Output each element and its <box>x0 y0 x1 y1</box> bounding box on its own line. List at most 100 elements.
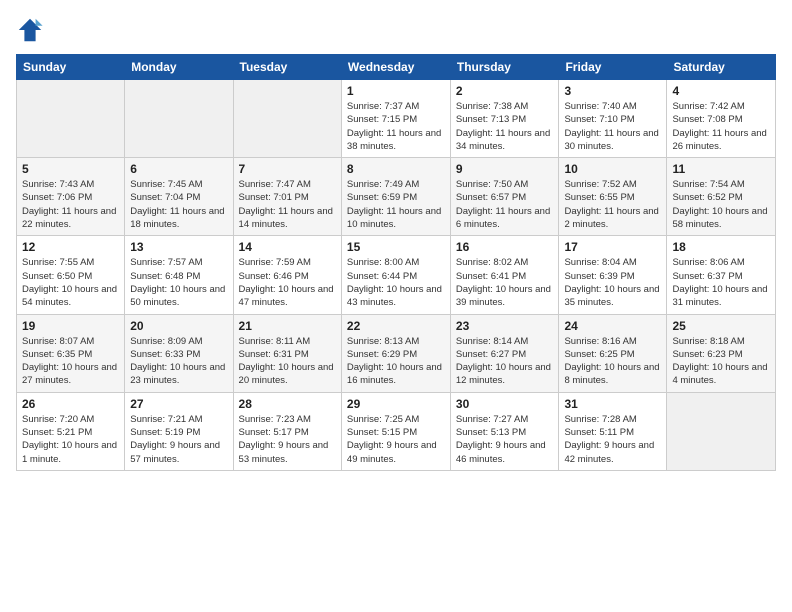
calendar-cell: 10Sunrise: 7:52 AMSunset: 6:55 PMDayligh… <box>559 158 667 236</box>
daylight-text: Daylight: 10 hours and 27 minutes. <box>22 361 119 388</box>
day-info: Sunrise: 7:47 AMSunset: 7:01 PMDaylight:… <box>239 178 336 231</box>
calendar-cell: 20Sunrise: 8:09 AMSunset: 6:33 PMDayligh… <box>125 314 233 392</box>
day-info: Sunrise: 8:04 AMSunset: 6:39 PMDaylight:… <box>564 256 661 309</box>
day-number: 30 <box>456 397 554 411</box>
day-number: 31 <box>564 397 661 411</box>
day-number: 28 <box>239 397 336 411</box>
day-info: Sunrise: 7:52 AMSunset: 6:55 PMDaylight:… <box>564 178 661 231</box>
day-info: Sunrise: 7:20 AMSunset: 5:21 PMDaylight:… <box>22 413 119 466</box>
weekday-header-row: SundayMondayTuesdayWednesdayThursdayFrid… <box>17 55 776 80</box>
calendar-cell: 22Sunrise: 8:13 AMSunset: 6:29 PMDayligh… <box>341 314 450 392</box>
calendar-cell: 11Sunrise: 7:54 AMSunset: 6:52 PMDayligh… <box>667 158 776 236</box>
day-info: Sunrise: 7:42 AMSunset: 7:08 PMDaylight:… <box>672 100 770 153</box>
daylight-text: Daylight: 10 hours and 43 minutes. <box>347 283 445 310</box>
sunrise-text: Sunrise: 7:54 AM <box>672 178 770 191</box>
calendar-cell: 30 Sunrise: 7:27 AMSunset: 5:13 PMDayligh… <box>450 392 559 470</box>
day-info: Sunrise: 8:02 AMSunset: 6:41 PMDaylight:… <box>456 256 554 309</box>
day-info: Sunrise: 7:40 AMSunset: 7:10 PMDaylight:… <box>564 100 661 153</box>
weekday-header: Sunday <box>17 55 125 80</box>
daylight-text: Daylight: 11 hours and 14 minutes. <box>239 205 336 232</box>
calendar-cell: 8Sunrise: 7:49 AMSunset: 6:59 PMDaylight… <box>341 158 450 236</box>
day-number: 23 <box>456 319 554 333</box>
daylight-text: Daylight: 10 hours and 8 minutes. <box>564 361 661 388</box>
calendar-cell <box>125 80 233 158</box>
day-number: 12 <box>22 240 119 254</box>
weekday-header: Friday <box>559 55 667 80</box>
day-number: 24 <box>564 319 661 333</box>
sunrise-text: Sunrise: 7:45 AM <box>130 178 227 191</box>
daylight-text: Daylight: 11 hours and 6 minutes. <box>456 205 554 232</box>
daylight-text: Daylight: 10 hours and 12 minutes. <box>456 361 554 388</box>
sunrise-text: Sunrise: 8:13 AM <box>347 335 445 348</box>
calendar-cell: 27Sunrise: 7:21 AMSunset: 5:19 PMDayligh… <box>125 392 233 470</box>
day-number: 6 <box>130 162 227 176</box>
calendar-cell: 18 Sunrise: 8:06 AMSunset: 6:37 PMDayligh… <box>667 236 776 314</box>
calendar-table: SundayMondayTuesdayWednesdayThursdayFrid… <box>16 54 776 471</box>
calendar-cell <box>667 392 776 470</box>
daylight-text: Daylight: 11 hours and 30 minutes. <box>564 127 661 154</box>
calendar-cell: 23Sunrise: 8:14 AMSunset: 6:27 PMDayligh… <box>450 314 559 392</box>
day-info: Sunrise: 7:43 AMSunset: 7:06 PMDaylight:… <box>22 178 119 231</box>
sunset-text: Sunset: 6:39 PM <box>564 270 661 283</box>
sunset-text: Sunset: 6:44 PM <box>347 270 445 283</box>
day-info: Sunrise: 7:55 AMSunset: 6:50 PMDaylight:… <box>22 256 119 309</box>
day-number: 4 <box>672 84 770 98</box>
header <box>16 16 776 44</box>
calendar-cell: 26Sunrise: 7:20 AMSunset: 5:21 PMDayligh… <box>17 392 125 470</box>
daylight-text: Daylight: 11 hours and 2 minutes. <box>564 205 661 232</box>
sunset-text: Sunset: 7:13 PM <box>456 113 554 126</box>
calendar-cell: 7 Sunrise: 7:47 AMSunset: 7:01 PMDaylight… <box>233 158 341 236</box>
day-info: Sunrise: 7:21 AMSunset: 5:19 PMDaylight:… <box>130 413 227 466</box>
day-number: 18 <box>672 240 770 254</box>
calendar-cell: 16Sunrise: 8:02 AMSunset: 6:41 PMDayligh… <box>450 236 559 314</box>
sunset-text: Sunset: 7:10 PM <box>564 113 661 126</box>
sunset-text: Sunset: 7:01 PM <box>239 191 336 204</box>
day-info: Sunrise: 8:18 AMSunset: 6:23 PMDaylight:… <box>672 335 770 388</box>
daylight-text: Daylight: 10 hours and 31 minutes. <box>672 283 770 310</box>
sunrise-text: Sunrise: 8:16 AM <box>564 335 661 348</box>
calendar-cell: 19Sunrise: 8:07 AMSunset: 6:35 PMDayligh… <box>17 314 125 392</box>
sunrise-text: Sunrise: 8:07 AM <box>22 335 119 348</box>
daylight-text: Daylight: 11 hours and 26 minutes. <box>672 127 770 154</box>
calendar-cell <box>233 80 341 158</box>
sunset-text: Sunset: 5:11 PM <box>564 426 661 439</box>
day-number: 17 <box>564 240 661 254</box>
sunrise-text: Sunrise: 8:06 AM <box>672 256 770 269</box>
daylight-text: Daylight: 10 hours and 16 minutes. <box>347 361 445 388</box>
day-info: Sunrise: 7:27 AMSunset: 5:13 PMDaylight:… <box>456 413 554 466</box>
sunset-text: Sunset: 6:33 PM <box>130 348 227 361</box>
calendar-cell: 15 Sunrise: 8:00 AMSunset: 6:44 PMDayligh… <box>341 236 450 314</box>
sunrise-text: Sunrise: 7:38 AM <box>456 100 554 113</box>
day-info: Sunrise: 7:54 AMSunset: 6:52 PMDaylight:… <box>672 178 770 231</box>
calendar-cell: 6Sunrise: 7:45 AMSunset: 7:04 PMDaylight… <box>125 158 233 236</box>
day-number: 14 <box>239 240 336 254</box>
sunrise-text: Sunrise: 8:00 AM <box>347 256 445 269</box>
sunset-text: Sunset: 6:52 PM <box>672 191 770 204</box>
day-number: 3 <box>564 84 661 98</box>
logo <box>16 16 48 44</box>
daylight-text: Daylight: 11 hours and 34 minutes. <box>456 127 554 154</box>
sunset-text: Sunset: 6:37 PM <box>672 270 770 283</box>
sunrise-text: Sunrise: 7:49 AM <box>347 178 445 191</box>
sunrise-text: Sunrise: 7:50 AM <box>456 178 554 191</box>
sunrise-text: Sunrise: 7:40 AM <box>564 100 661 113</box>
weekday-header: Wednesday <box>341 55 450 80</box>
day-info: Sunrise: 8:06 AMSunset: 6:37 PMDaylight:… <box>672 256 770 309</box>
day-number: 20 <box>130 319 227 333</box>
sunrise-text: Sunrise: 7:27 AM <box>456 413 554 426</box>
calendar-cell: 13Sunrise: 7:57 AMSunset: 6:48 PMDayligh… <box>125 236 233 314</box>
sunset-text: Sunset: 6:48 PM <box>130 270 227 283</box>
day-info: Sunrise: 8:07 AMSunset: 6:35 PMDaylight:… <box>22 335 119 388</box>
sunset-text: Sunset: 5:19 PM <box>130 426 227 439</box>
day-number: 15 <box>347 240 445 254</box>
sunrise-text: Sunrise: 7:20 AM <box>22 413 119 426</box>
day-info: Sunrise: 7:28 AMSunset: 5:11 PMDaylight:… <box>564 413 661 466</box>
calendar-week-row: 12 Sunrise: 7:55 AMSunset: 6:50 PMDayligh… <box>17 236 776 314</box>
calendar-cell: 1Sunrise: 7:37 AMSunset: 7:15 PMDaylight… <box>341 80 450 158</box>
day-info: Sunrise: 7:59 AMSunset: 6:46 PMDaylight:… <box>239 256 336 309</box>
day-number: 5 <box>22 162 119 176</box>
calendar-cell: 17 Sunrise: 8:04 AMSunset: 6:39 PMDayligh… <box>559 236 667 314</box>
day-number: 7 <box>239 162 336 176</box>
daylight-text: Daylight: 10 hours and 54 minutes. <box>22 283 119 310</box>
sunset-text: Sunset: 6:27 PM <box>456 348 554 361</box>
